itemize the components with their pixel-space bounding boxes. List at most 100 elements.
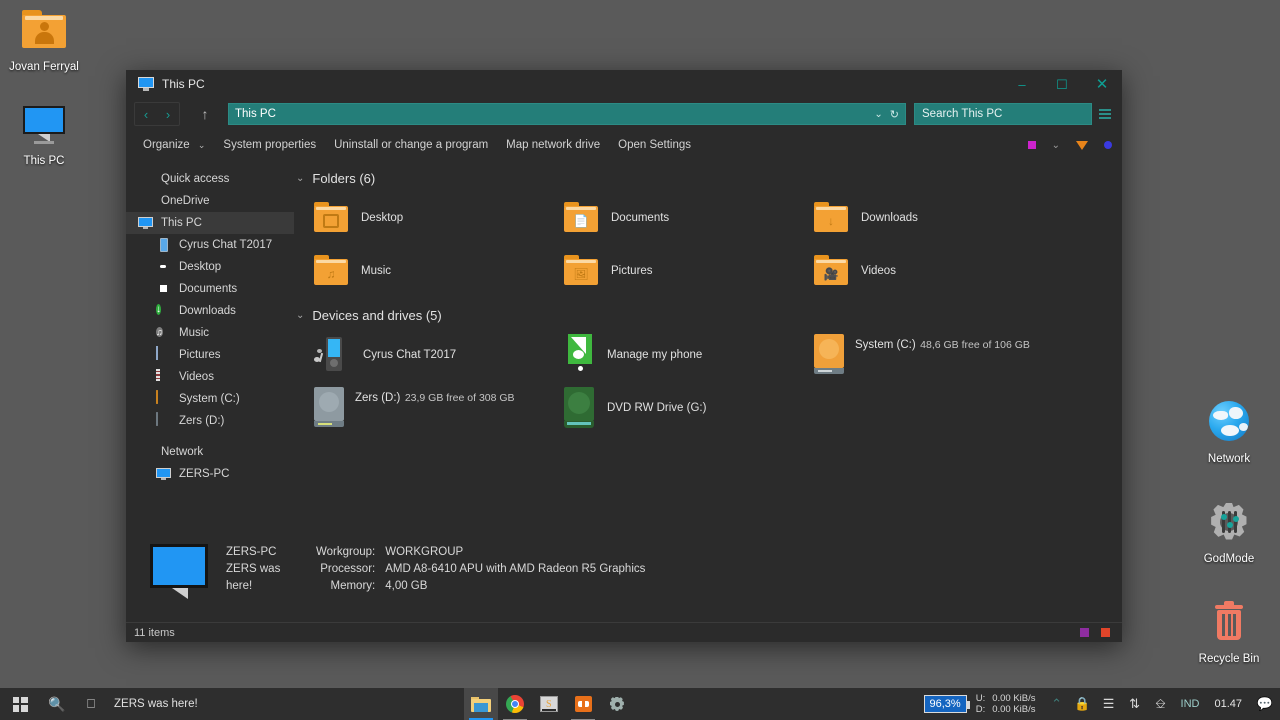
details-computer-name: ZERS-PC	[226, 544, 302, 561]
details-value: WORKGROUP	[385, 544, 645, 561]
desktop-icon-this-pc[interactable]: This PC	[0, 100, 88, 168]
ribbon-toggle-icon[interactable]	[1096, 103, 1114, 125]
desktop-icon-godmode[interactable]: GodMode	[1185, 498, 1273, 566]
search-icon[interactable]: 🔍	[40, 688, 74, 720]
desktop-icon-jovan-ferryal[interactable]: Jovan Ferryal	[0, 6, 88, 74]
sidebar-item-zers-pc[interactable]: ZERS-PC	[126, 463, 294, 485]
address-bar[interactable]: This PC ⌄ ↻	[228, 103, 906, 125]
folder-tile-music[interactable]: ♫ Music	[294, 245, 544, 297]
status-bar: 11 items	[126, 622, 1122, 642]
taskbar-app-file-explorer[interactable]	[464, 688, 498, 720]
filter-triangle-icon[interactable]	[1076, 141, 1088, 150]
language-indicator[interactable]: IND	[1174, 698, 1207, 710]
tile-label: Documents	[611, 212, 669, 224]
folder-tile-pictures[interactable]: 🖼 Pictures	[544, 245, 794, 297]
device-tile-dvd-rw-drive-g[interactable]: DVD RW Drive (G:)	[544, 382, 794, 434]
map-network-drive-button[interactable]: Map network drive	[497, 135, 609, 155]
desktop-folder-icon	[312, 202, 350, 234]
sidebar-item-documents[interactable]: Documents	[126, 278, 294, 300]
search-input[interactable]: Search This PC	[914, 103, 1092, 125]
minimize-button[interactable]: –	[1002, 70, 1042, 98]
details-key: Workgroup:	[316, 544, 375, 561]
drive-tile-system-c[interactable]: System (C:) 48,6 GB free of 106 GB	[794, 329, 1044, 381]
folder-tile-downloads[interactable]: ↓ Downloads	[794, 192, 1044, 244]
chevron-down-icon[interactable]: ⌄	[1052, 140, 1060, 151]
up-button[interactable]: ↑	[194, 103, 216, 125]
chevron-down-icon[interactable]: ⌄	[874, 109, 882, 120]
settings-gear-icon	[609, 696, 626, 713]
sidebar-item-onedrive[interactable]: OneDrive	[126, 190, 294, 212]
taskbar-app-sublime-text[interactable]: S	[532, 688, 566, 720]
tile-label: Downloads	[861, 212, 918, 224]
blue-dot-icon[interactable]	[1104, 141, 1112, 149]
desktop-icon-recycle-bin[interactable]: Recycle Bin	[1185, 598, 1273, 666]
folders-tiles: Desktop 📄 Documents ↓ Downloads	[294, 192, 1108, 298]
sidebar-item-cyrus-chat-t2017[interactable]: Cyrus Chat T2017	[126, 234, 294, 256]
sidebar-item-pictures[interactable]: Pictures	[126, 344, 294, 366]
details-value: 4,00 GB	[385, 578, 645, 595]
sidebar-item-downloads[interactable]: ↓ Downloads	[126, 300, 294, 322]
taskbar: 🔍 ⎕ ZERS was here! S	[0, 688, 1280, 720]
taskbar-app-google-chrome[interactable]	[498, 688, 532, 720]
folder-tile-desktop[interactable]: Desktop	[294, 192, 544, 244]
keyboard-icon[interactable]: ⎒	[1148, 688, 1174, 720]
task-view-icon[interactable]: ⎕	[74, 688, 108, 720]
maximize-button[interactable]: ☐	[1042, 70, 1082, 98]
folder-tile-videos[interactable]: 🎥 Videos	[794, 245, 1044, 297]
close-button[interactable]: ✕	[1082, 70, 1122, 98]
device-tile-cyrus-chat-t2017[interactable]: Cyrus Chat T2017	[294, 329, 544, 381]
sidebar-item-desktop[interactable]: Desktop	[126, 256, 294, 278]
usb-icon[interactable]: 🔒	[1070, 688, 1096, 720]
wifi-icon[interactable]: ☰	[1096, 688, 1122, 720]
folders-group-header[interactable]: ⌄ Folders (6)	[296, 171, 1108, 186]
computer-monitor-icon	[20, 100, 68, 148]
globe-icon	[1205, 398, 1253, 446]
onedrive-cloud-icon	[138, 193, 154, 209]
start-button[interactable]	[0, 688, 40, 720]
speech-bubble-icon[interactable]: 💬	[1250, 688, 1280, 720]
folder-tile-documents[interactable]: 📄 Documents	[544, 192, 794, 244]
refresh-icon[interactable]: ↻	[890, 108, 899, 121]
magenta-square-icon[interactable]	[1028, 141, 1036, 149]
pictures-folder-icon	[156, 347, 172, 363]
tile-label: Manage my phone	[607, 349, 702, 361]
details-pane: ZERS-PC ZERS was here! Workgroup: WORKGR…	[126, 538, 1122, 622]
uninstall-or-change-program-button[interactable]: Uninstall or change a program	[325, 135, 497, 155]
forward-button[interactable]: ›	[157, 103, 179, 125]
devices-group-title: Devices and drives (5)	[312, 308, 441, 323]
clock[interactable]: 01.47	[1206, 698, 1250, 710]
organize-button[interactable]: Organize ⌄	[134, 135, 214, 155]
drive-name: System (C:)	[855, 339, 916, 351]
sidebar-item-network[interactable]: Network	[126, 441, 294, 463]
open-settings-button[interactable]: Open Settings	[609, 135, 700, 155]
desktop-icon-network[interactable]: Network	[1185, 398, 1273, 466]
chevron-down-icon[interactable]: ⌄	[296, 173, 304, 184]
taskbar-app-orange[interactable]	[566, 688, 600, 720]
computer-monitor-icon	[138, 76, 154, 92]
address-path: This PC	[235, 108, 874, 120]
bluetooth-icon[interactable]: ⇅	[1122, 688, 1148, 720]
drive-tile-zers-d[interactable]: Zers (D:) 23,9 GB free of 308 GB	[294, 382, 544, 434]
chevron-up-icon[interactable]: ⌃	[1044, 688, 1070, 720]
large-icons-view-button[interactable]	[1101, 628, 1110, 637]
details-view-button[interactable]	[1080, 628, 1089, 637]
sidebar-item-videos[interactable]: Videos	[126, 366, 294, 388]
system-properties-button[interactable]: System properties	[214, 135, 325, 155]
sidebar-item-zers-d[interactable]: Zers (D:)	[126, 410, 294, 432]
net-down-label: D:	[976, 704, 986, 715]
sidebar-item-system-c[interactable]: System (C:)	[126, 388, 294, 410]
battery-indicator[interactable]: 96,3%	[924, 695, 967, 713]
back-button[interactable]: ‹	[135, 103, 157, 125]
devices-group-header[interactable]: ⌄ Devices and drives (5)	[296, 308, 1108, 323]
dvd-drive-icon	[562, 387, 596, 429]
chevron-down-icon[interactable]: ⌄	[296, 310, 304, 321]
taskbar-app-settings[interactable]	[600, 688, 634, 720]
tile-label: Pictures	[611, 265, 653, 277]
file-explorer-window: This PC – ☐ ✕ ‹ › ↑ This PC ⌄ ↻ Search T…	[126, 70, 1122, 642]
device-tile-manage-my-phone[interactable]: Manage my phone	[544, 329, 794, 381]
sidebar-item-music[interactable]: ♫ Music	[126, 322, 294, 344]
sidebar-item-quick-access[interactable]: Quick access	[126, 168, 294, 190]
sidebar-item-this-pc[interactable]: This PC	[126, 212, 294, 234]
window-title-bar[interactable]: This PC – ☐ ✕	[126, 70, 1122, 98]
details-computer-name-block: ZERS-PC ZERS was here!	[226, 544, 302, 595]
